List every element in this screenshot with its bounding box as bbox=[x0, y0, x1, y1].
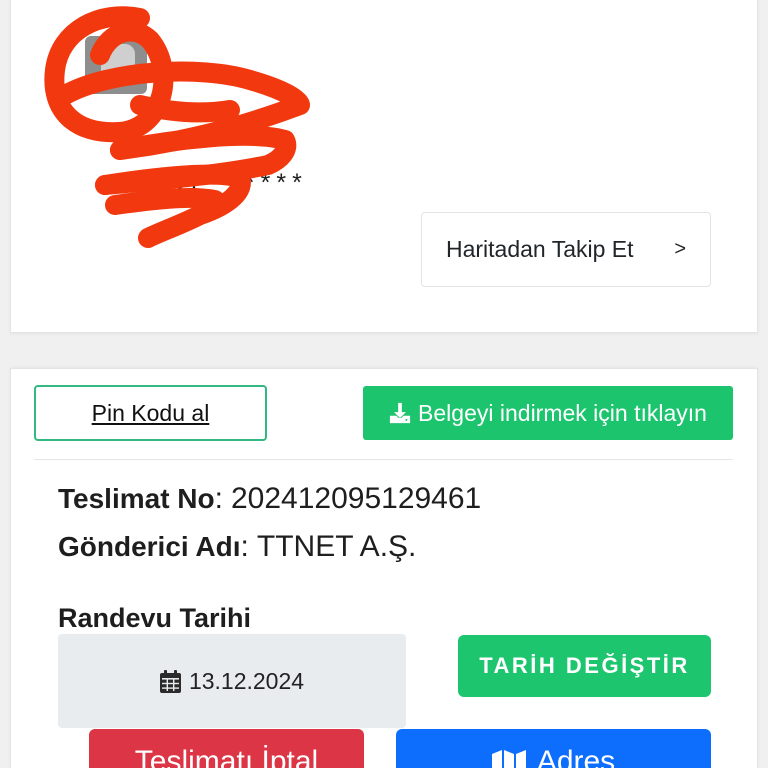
recipient-name-masked: ERDE****** bbox=[120, 169, 308, 197]
follow-on-map-button[interactable]: Haritadan Takip Et > bbox=[421, 212, 711, 287]
sender-row: Gönderici Adı: TTNET A.Ş. bbox=[58, 529, 416, 570]
cancel-delivery-button[interactable]: Teslimatı İptal bbox=[89, 729, 364, 768]
divider bbox=[34, 459, 733, 460]
address-button[interactable]: Adres bbox=[396, 729, 711, 768]
delivery-number-label: Teslimat No bbox=[58, 483, 215, 514]
delivery-card: Pin Kodu al Belgeyi indirmek için tıklay… bbox=[10, 368, 758, 768]
delivery-number-value: 202412095129461 bbox=[230, 482, 482, 515]
download-document-label: Belgeyi indirmek için tıklayın bbox=[418, 399, 707, 426]
sender-separator: : bbox=[240, 530, 249, 563]
delivery-number-separator: : bbox=[214, 482, 223, 515]
appointment-date-field: 13.12.2024 bbox=[58, 634, 406, 728]
tracking-card: ERDE****** Haritadan Takip Et > bbox=[10, 0, 758, 333]
download-icon bbox=[389, 402, 411, 424]
sender-label: Gönderici Adı bbox=[58, 531, 241, 562]
appointment-date-value: 13.12.2024 bbox=[188, 667, 305, 694]
address-label: Adres bbox=[536, 745, 616, 768]
get-pin-code-label: Pin Kodu al bbox=[91, 399, 210, 426]
change-date-button[interactable]: TARİH DEĞİŞTİR bbox=[458, 635, 711, 697]
cancel-delivery-label: Teslimatı İptal bbox=[134, 745, 319, 768]
map-icon bbox=[491, 750, 526, 768]
chevron-right-icon: > bbox=[674, 238, 686, 260]
avatar bbox=[85, 36, 147, 94]
calendar-icon bbox=[159, 669, 181, 693]
download-document-button[interactable]: Belgeyi indirmek için tıklayın bbox=[363, 386, 733, 440]
sender-value: TTNET A.Ş. bbox=[256, 530, 417, 563]
delivery-number-row: Teslimat No: 202412095129461 bbox=[58, 481, 481, 522]
change-date-label: TARİH DEĞİŞTİR bbox=[479, 653, 690, 678]
follow-on-map-label: Haritadan Takip Et bbox=[446, 236, 634, 262]
avatar-image bbox=[101, 44, 135, 84]
get-pin-code-button[interactable]: Pin Kodu al bbox=[34, 385, 267, 441]
appointment-date-title: Randevu Tarihi bbox=[58, 603, 252, 633]
